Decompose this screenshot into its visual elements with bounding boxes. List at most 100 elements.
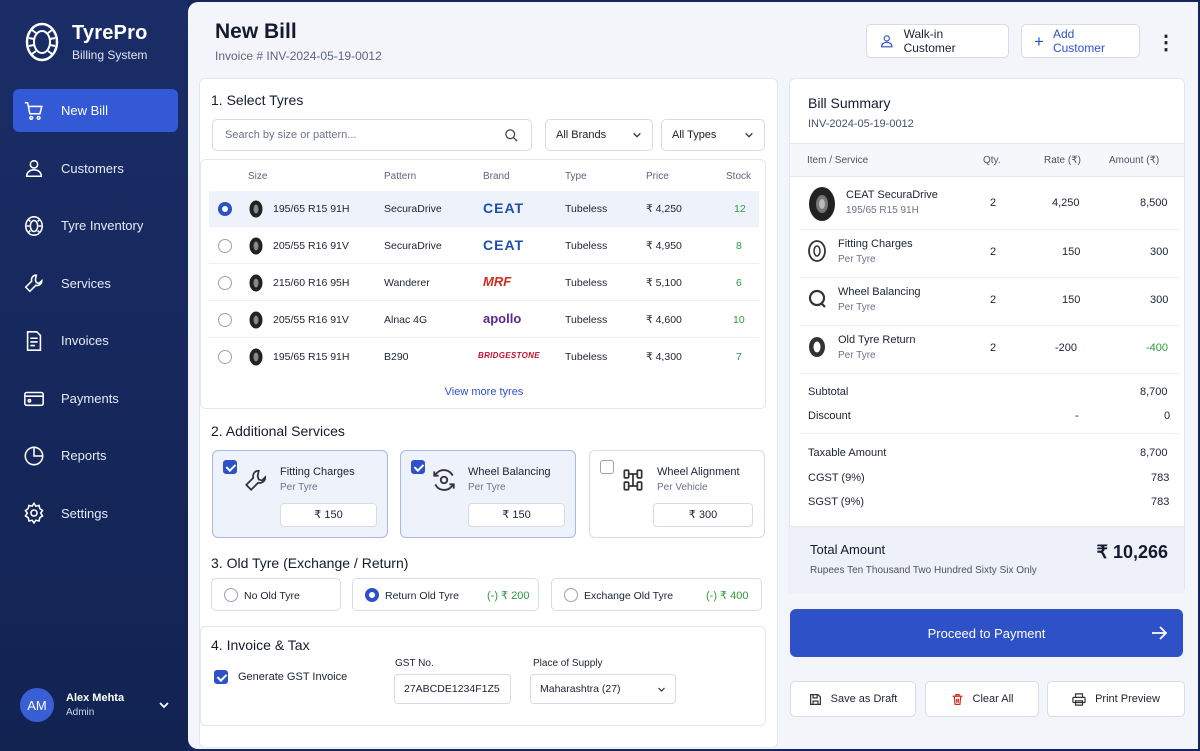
old-tyre-option-exchange[interactable]: Exchange Old Tyre (-) ₹ 400 — [551, 578, 762, 611]
old-tyre-radio[interactable] — [365, 588, 379, 602]
service-name: Wheel Alignment — [657, 466, 740, 478]
col-header-pattern: Pattern — [384, 171, 417, 182]
summary-item-amount: 300 — [1150, 246, 1169, 258]
old-tyre-icon — [809, 337, 825, 357]
view-more-tyres-link[interactable]: View more tyres — [201, 386, 767, 398]
row-select-radio[interactable] — [218, 239, 232, 253]
proceed-to-payment-button[interactable]: Proceed to Payment — [790, 609, 1183, 657]
tyre-size: 195/65 R15 91H — [273, 351, 350, 363]
page-title: New Bill — [215, 20, 297, 43]
brand-logo-ceat: CEAT — [483, 237, 525, 253]
tyre-pattern: B290 — [384, 351, 409, 363]
tyre-stock: 7 — [736, 351, 742, 363]
sidebar-item-label: Customers — [61, 160, 124, 176]
service-checkbox[interactable] — [600, 460, 614, 474]
tyre-pattern: Alnac 4G — [384, 314, 428, 326]
pie-chart-icon — [24, 446, 44, 465]
tyre-icon — [249, 311, 263, 329]
sidebar-item-customers[interactable]: Customers — [13, 147, 178, 190]
table-row[interactable]: 195/65 R15 91H B290 BRIDGESTONE Tubeless… — [209, 339, 759, 375]
row-select-radio[interactable] — [218, 202, 232, 216]
table-row[interactable]: 205/55 R16 91V SecuraDrive CEAT Tubeless… — [209, 228, 759, 264]
old-tyre-option-price: (-) ₹ 400 — [706, 590, 749, 602]
sidebar-item-payments[interactable]: Payments — [13, 377, 178, 420]
sidebar-item-reports[interactable]: Reports — [13, 434, 178, 477]
app-name: TyrePro — [72, 22, 148, 44]
add-customer-button[interactable]: + Add Customer — [1021, 24, 1140, 58]
save-as-draft-button[interactable]: Save as Draft — [790, 681, 916, 717]
gear-icon — [24, 502, 44, 524]
old-tyre-radio[interactable] — [564, 588, 578, 602]
brand-logo-ceat: CEAT — [483, 200, 525, 216]
gst-number-label: GST No. — [395, 658, 434, 669]
service-checkbox[interactable] — [411, 460, 425, 474]
save-icon — [809, 693, 821, 705]
chevron-down-icon[interactable] — [158, 699, 170, 711]
invoice-number: Invoice # INV-2024-05-19-0012 — [215, 49, 382, 63]
main-content: New Bill Invoice # INV-2024-05-19-0012 W… — [188, 2, 1198, 749]
chevron-down-icon — [658, 687, 665, 692]
row-select-radio[interactable] — [218, 276, 232, 290]
clear-all-button[interactable]: Clear All — [925, 681, 1039, 717]
arrow-right-icon — [1152, 626, 1168, 640]
sgst-value: 783 — [1151, 496, 1170, 508]
service-name: Wheel Balancing — [468, 466, 551, 478]
sidebar-item-new-bill[interactable]: New Bill — [13, 89, 178, 132]
gst-invoice-label: Generate GST Invoice — [238, 671, 348, 683]
summary-item-unit: Per Tyre — [838, 302, 876, 313]
tyre-price: ₹ 4,950 — [646, 240, 682, 252]
brand-filter-select[interactable]: All Brands — [545, 119, 653, 151]
tyre-icon — [249, 348, 263, 366]
service-price-field[interactable]: ₹ 150 — [468, 503, 565, 527]
tyre-icon — [249, 237, 263, 255]
tyre-pattern: SecuraDrive — [384, 203, 442, 215]
app-logo[interactable]: TyrePro Billing System — [24, 22, 148, 62]
col-header-item: Item / Service — [807, 155, 869, 166]
tyre-size: 195/65 R15 91H — [273, 203, 350, 215]
print-preview-button[interactable]: Print Preview — [1047, 681, 1185, 717]
cart-icon — [24, 101, 43, 120]
print-preview-label: Print Preview — [1095, 693, 1160, 705]
place-of-supply-select[interactable]: Maharashtra (27) — [530, 674, 676, 704]
more-options-icon[interactable]: ⋮ — [1156, 30, 1176, 55]
old-tyre-option-price: (-) ₹ 200 — [487, 590, 530, 602]
old-tyre-option-return[interactable]: Return Old Tyre (-) ₹ 200 — [352, 578, 539, 611]
user-profile[interactable]: AM Alex Mehta Admin — [20, 688, 170, 722]
service-price-field[interactable]: ₹ 150 — [280, 503, 377, 527]
gst-number-field[interactable]: 27ABCDE1234F1Z5 — [394, 674, 511, 704]
walk-in-customer-label: Walk-in Customer — [903, 27, 956, 55]
sidebar-item-tyre-inventory[interactable]: Tyre Inventory — [13, 204, 178, 247]
walk-in-customer-button[interactable]: Walk-in Customer — [866, 24, 1009, 58]
user-role: Admin — [66, 707, 95, 718]
table-row[interactable]: 195/65 R15 91H SecuraDrive CEAT Tubeless… — [209, 191, 759, 227]
place-of-supply-value: Maharashtra (27) — [540, 683, 621, 695]
taxable-amount-label: Taxable Amount — [808, 447, 887, 459]
taxable-amount-value: 8,700 — [1140, 447, 1168, 459]
table-row[interactable]: 205/55 R16 91V Alnac 4G apollo Tubeless … — [209, 302, 759, 338]
row-select-radio[interactable] — [218, 350, 232, 364]
sidebar-item-invoices[interactable]: Invoices — [13, 319, 178, 362]
row-select-radio[interactable] — [218, 313, 232, 327]
divider — [800, 325, 1180, 326]
service-checkbox[interactable] — [223, 460, 237, 474]
service-price-field[interactable]: ₹ 300 — [653, 503, 753, 527]
search-input[interactable] — [225, 129, 485, 141]
sidebar-item-services[interactable]: Services — [13, 262, 178, 305]
sidebar-item-settings[interactable]: Settings — [13, 492, 178, 535]
old-tyre-radio[interactable] — [224, 588, 238, 602]
service-card-balancing[interactable]: Wheel Balancing Per Tyre ₹ 150 — [400, 450, 576, 538]
type-filter-select[interactable]: All Types — [661, 119, 765, 151]
bill-summary-invoice: INV-2024-05-19-0012 — [808, 118, 914, 130]
page-header: New Bill Invoice # INV-2024-05-19-0012 — [215, 20, 382, 63]
tyre-stock: 6 — [736, 277, 742, 289]
search-icon[interactable] — [504, 128, 519, 143]
brand-logo-apollo: apollo — [483, 311, 522, 326]
table-row[interactable]: 215/60 R16 95H Wanderer MRF Tubeless ₹ 5… — [209, 265, 759, 301]
tyre-price: ₹ 4,300 — [646, 351, 682, 363]
old-tyre-option-none[interactable]: No Old Tyre — [211, 578, 341, 611]
service-card-alignment[interactable]: Wheel Alignment Per Vehicle ₹ 300 — [589, 450, 765, 538]
gst-invoice-checkbox[interactable] — [214, 670, 228, 684]
discount-rate: - — [1075, 410, 1079, 422]
service-card-fitting[interactable]: Fitting Charges Per Tyre ₹ 150 — [212, 450, 388, 538]
summary-item-unit: Per Tyre — [838, 350, 876, 361]
